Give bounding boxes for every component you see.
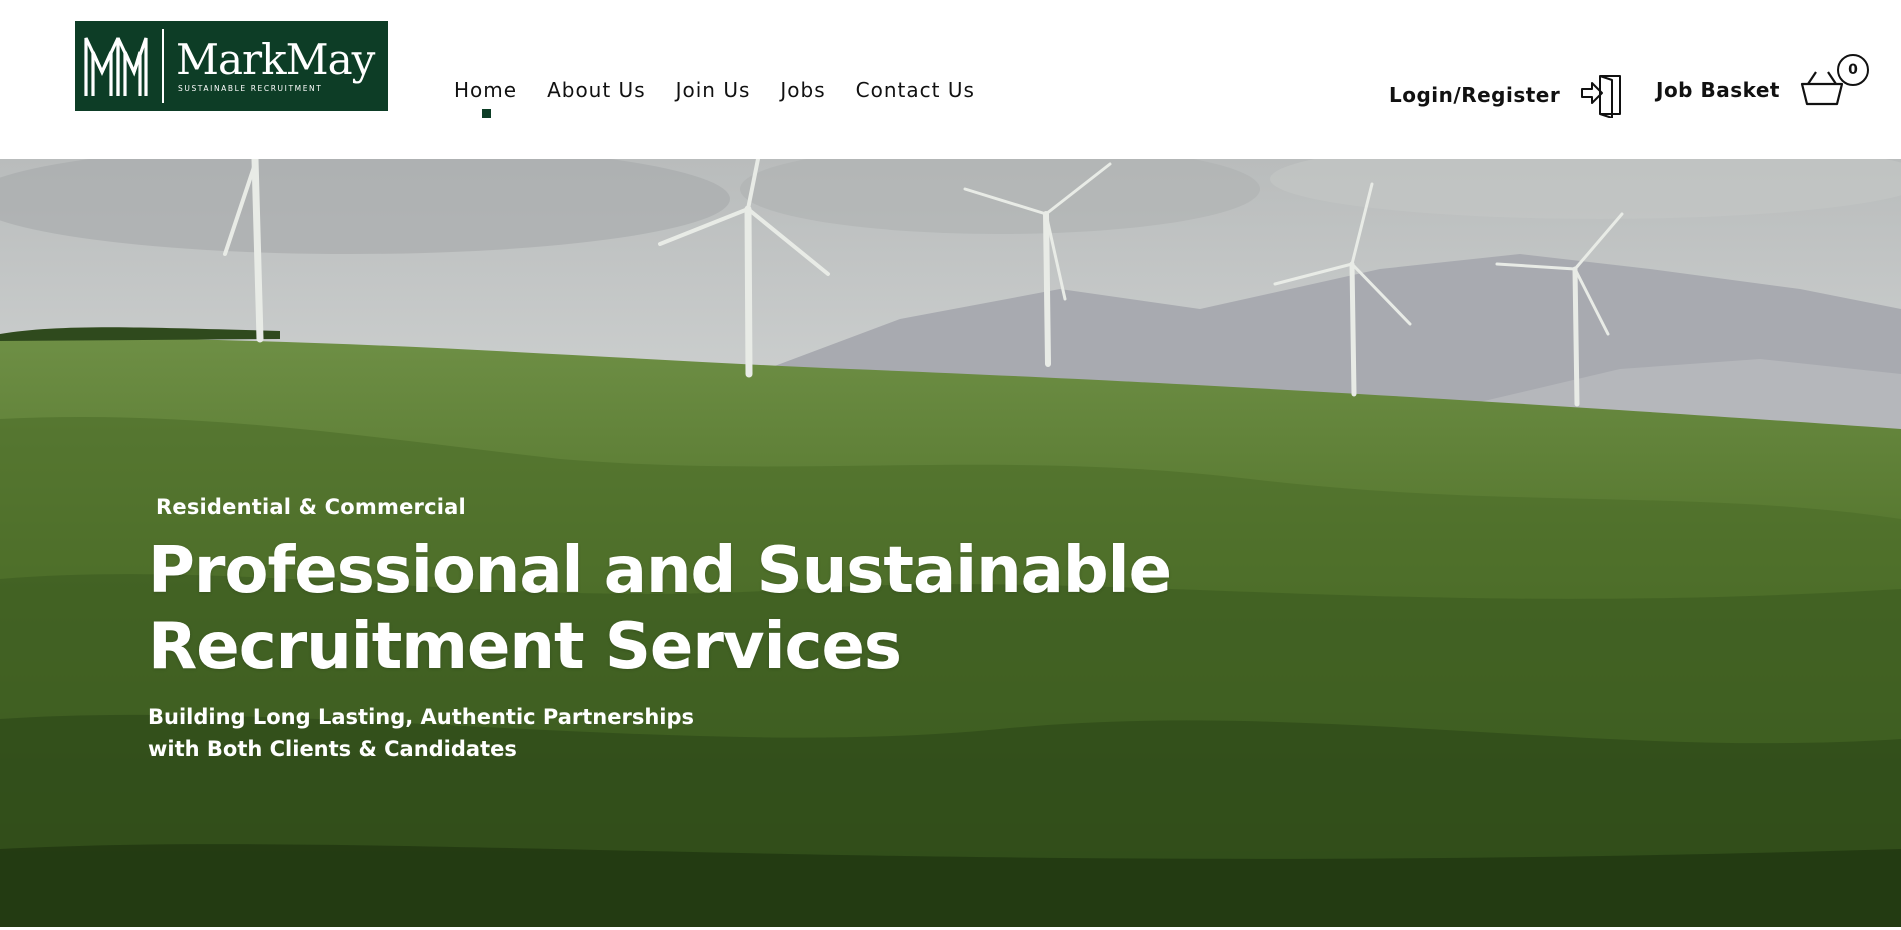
hero-subtitle: Building Long Lasting, Authentic Partner… bbox=[148, 701, 1171, 765]
logo-text: MarkMay SUSTAINABLE RECRUITMENT bbox=[176, 35, 375, 94]
main-nav: Home About Us Join Us Jobs Contact Us bbox=[454, 78, 1005, 118]
brand-logo[interactable]: MarkMay SUSTAINABLE RECRUITMENT bbox=[75, 21, 388, 111]
basket-count-badge: 0 bbox=[1837, 54, 1869, 86]
nav-jobs[interactable]: Jobs bbox=[780, 78, 825, 102]
job-basket-label: Job Basket bbox=[1656, 78, 1780, 102]
nav-about-us[interactable]: About Us bbox=[547, 78, 646, 102]
hero-title: Professional and Sustainable Recruitment… bbox=[148, 533, 1172, 685]
hero-kicker: Residential & Commercial bbox=[156, 495, 466, 519]
login-door-icon bbox=[1581, 75, 1622, 118]
markmay-monogram-icon bbox=[84, 37, 148, 96]
site-header: MarkMay SUSTAINABLE RECRUITMENT Home Abo… bbox=[0, 0, 1901, 159]
hero-title-line-2: Recruitment Services bbox=[148, 610, 902, 684]
logo-divider bbox=[162, 29, 164, 103]
login-register-link[interactable]: Login/Register bbox=[1389, 72, 1626, 118]
brand-tagline: SUSTAINABLE RECRUITMENT bbox=[178, 84, 323, 93]
hero-subtitle-line-1: Building Long Lasting, Authentic Partner… bbox=[148, 705, 695, 729]
hero-banner: Residential & Commercial Professional an… bbox=[0, 159, 1901, 927]
nav-join-us[interactable]: Join Us bbox=[676, 78, 751, 102]
brand-name: MarkMay bbox=[176, 35, 375, 84]
job-basket-link[interactable]: Job Basket 0 bbox=[1656, 54, 1869, 108]
nav-home[interactable]: Home bbox=[454, 78, 517, 118]
hero-content: Residential & Commercial Professional an… bbox=[148, 495, 1172, 765]
login-register-label: Login/Register bbox=[1389, 83, 1561, 107]
hero-subtitle-line-2: with Both Clients & Candidates bbox=[148, 737, 517, 761]
hero-title-line-1: Professional and Sustainable bbox=[148, 534, 1172, 608]
nav-contact-us[interactable]: Contact Us bbox=[856, 78, 975, 102]
